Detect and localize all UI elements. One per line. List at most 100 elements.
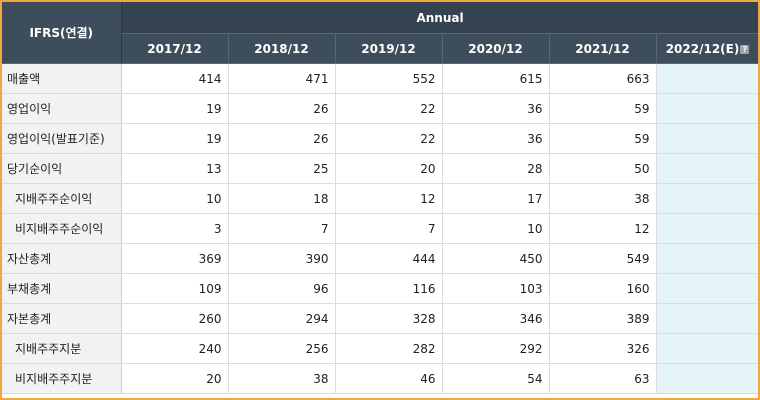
table-row: 자본총계 260 294 328 346 389 <box>2 303 758 334</box>
row-label: 부채총계 <box>2 273 122 304</box>
estimate-cell <box>656 303 758 334</box>
value-cell: 50 <box>549 153 657 184</box>
row-label: 지배주주순이익 <box>2 183 122 214</box>
estimate-year-header: 2022/12(E)? <box>656 33 758 64</box>
table-row: 지배주주순이익 10 18 12 17 38 <box>2 183 758 214</box>
value-cell: 663 <box>549 63 657 94</box>
value-cell: 19 <box>121 93 229 124</box>
year-header: 2017/12 <box>121 33 229 64</box>
value-cell: 59 <box>549 93 657 124</box>
row-label: 매출액 <box>2 63 122 94</box>
row-label: 자산총계 <box>2 243 122 274</box>
estimate-cell <box>656 183 758 214</box>
value-cell: 552 <box>335 63 443 94</box>
table-body: 매출액 414 471 552 615 663 영업이익 19 26 22 36 59 영업이익(발표기… <box>2 63 758 394</box>
value-cell: 116 <box>335 273 443 304</box>
value-cell: 38 <box>228 363 336 394</box>
value-cell: 26 <box>228 93 336 124</box>
table-row: 자산총계 369 390 444 450 549 <box>2 243 758 274</box>
estimate-cell <box>656 333 758 364</box>
annual-group-header: Annual <box>121 2 758 34</box>
value-cell: 18 <box>228 183 336 214</box>
value-cell: 390 <box>228 243 336 274</box>
value-cell: 282 <box>335 333 443 364</box>
value-cell: 12 <box>549 213 657 244</box>
value-cell: 13 <box>121 153 229 184</box>
value-cell: 346 <box>442 303 550 334</box>
value-cell: 549 <box>549 243 657 274</box>
estimate-year-label: 2022/12(E) <box>665 41 740 56</box>
estimate-cell <box>656 153 758 184</box>
value-cell: 17 <box>442 183 550 214</box>
value-cell: 369 <box>121 243 229 274</box>
value-cell: 256 <box>228 333 336 364</box>
row-label: 비지배주주순이익 <box>2 213 122 244</box>
value-cell: 63 <box>549 363 657 394</box>
table-row: 영업이익 19 26 22 36 59 <box>2 93 758 124</box>
value-cell: 328 <box>335 303 443 334</box>
value-cell: 103 <box>442 273 550 304</box>
table-row: 부채총계 109 96 116 103 160 <box>2 273 758 304</box>
value-cell: 109 <box>121 273 229 304</box>
value-cell: 38 <box>549 183 657 214</box>
value-cell: 471 <box>228 63 336 94</box>
value-cell: 10 <box>121 183 229 214</box>
value-cell: 36 <box>442 123 550 154</box>
financial-summary-table: IFRS(연결) Annual 2017/12 2018/12 2019/12 202… <box>2 2 758 394</box>
table-row: 당기순이익 13 25 20 28 50 <box>2 153 758 184</box>
value-cell: 22 <box>335 123 443 154</box>
value-cell: 389 <box>549 303 657 334</box>
value-cell: 444 <box>335 243 443 274</box>
row-label: 자본총계 <box>2 303 122 334</box>
table-row: 매출액 414 471 552 615 663 <box>2 63 758 94</box>
table-row: 영업이익(발표기준) 19 26 22 36 59 <box>2 123 758 154</box>
value-cell: 10 <box>442 213 550 244</box>
year-header: 2018/12 <box>228 33 336 64</box>
estimate-cell <box>656 123 758 154</box>
value-cell: 46 <box>335 363 443 394</box>
estimate-cell <box>656 243 758 274</box>
row-label: 비지배주주지분 <box>2 363 122 394</box>
value-cell: 7 <box>335 213 443 244</box>
value-cell: 59 <box>549 123 657 154</box>
table-row: 지배주주지분 240 256 282 292 326 <box>2 333 758 364</box>
value-cell: 20 <box>335 153 443 184</box>
year-header: 2020/12 <box>442 33 550 64</box>
value-cell: 26 <box>228 123 336 154</box>
value-cell: 326 <box>549 333 657 364</box>
value-cell: 25 <box>228 153 336 184</box>
value-cell: 7 <box>228 213 336 244</box>
help-icon[interactable]: ? <box>740 44 750 54</box>
value-cell: 450 <box>442 243 550 274</box>
value-cell: 292 <box>442 333 550 364</box>
row-label: 지배주주지분 <box>2 333 122 364</box>
value-cell: 19 <box>121 123 229 154</box>
value-cell: 28 <box>442 153 550 184</box>
table-row: 비지배주주지분 20 38 46 54 63 <box>2 363 758 394</box>
value-cell: 3 <box>121 213 229 244</box>
value-cell: 160 <box>549 273 657 304</box>
value-cell: 12 <box>335 183 443 214</box>
estimate-cell <box>656 273 758 304</box>
row-label: 영업이익 <box>2 93 122 124</box>
estimate-cell <box>656 363 758 394</box>
value-cell: 20 <box>121 363 229 394</box>
table-row: 비지배주주순이익 3 7 7 10 12 <box>2 213 758 244</box>
value-cell: 294 <box>228 303 336 334</box>
value-cell: 36 <box>442 93 550 124</box>
value-cell: 54 <box>442 363 550 394</box>
value-cell: 22 <box>335 93 443 124</box>
estimate-cell <box>656 63 758 94</box>
value-cell: 260 <box>121 303 229 334</box>
year-header: 2019/12 <box>335 33 443 64</box>
estimate-cell <box>656 213 758 244</box>
financial-summary-frame: IFRS(연결) Annual 2017/12 2018/12 2019/12 202… <box>0 0 760 400</box>
value-cell: 414 <box>121 63 229 94</box>
value-cell: 240 <box>121 333 229 364</box>
label-column-header: IFRS(연결) <box>2 2 122 64</box>
value-cell: 615 <box>442 63 550 94</box>
year-header: 2021/12 <box>549 33 657 64</box>
row-label: 당기순이익 <box>2 153 122 184</box>
row-label: 영업이익(발표기준) <box>2 123 122 154</box>
estimate-cell <box>656 93 758 124</box>
